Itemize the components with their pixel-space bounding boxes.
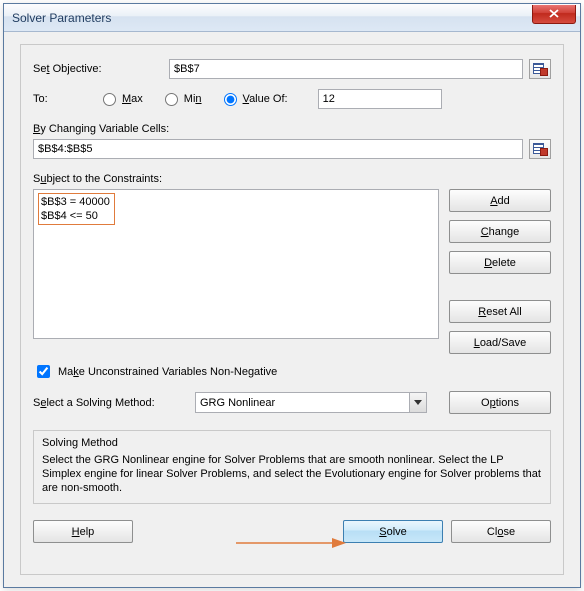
reset-all-button[interactable]: Reset All — [449, 300, 551, 323]
info-title: Solving Method — [42, 437, 542, 449]
radio-max[interactable]: Max — [103, 93, 143, 106]
valueof-input[interactable] — [318, 89, 442, 109]
delete-button[interactable]: Delete — [449, 251, 551, 274]
titlebar[interactable]: Solver Parameters — [4, 4, 580, 32]
main-panel: Set Objective: To: Max Min Value Of: — [20, 44, 564, 575]
solver-dialog: Solver Parameters Set Objective: To: Max — [3, 3, 581, 588]
window-title: Solver Parameters — [12, 11, 532, 25]
constraint-item[interactable]: $B$3 = 40000 — [41, 195, 110, 209]
radio-min[interactable]: Min — [165, 93, 202, 106]
objective-input[interactable] — [169, 59, 523, 79]
nonneg-checkbox[interactable]: Make Unconstrained Variables Non-Negativ… — [33, 362, 551, 381]
range-select-icon — [533, 143, 547, 155]
close-icon[interactable] — [532, 5, 576, 24]
constraints-label: Subject to the Constraints: — [33, 173, 551, 185]
change-button[interactable]: Change — [449, 220, 551, 243]
changing-cells-input[interactable] — [33, 139, 523, 159]
radio-valueof[interactable]: Value Of: — [224, 93, 288, 106]
method-select[interactable]: GRG Nonlinear — [195, 392, 427, 413]
dialog-content: Set Objective: To: Max Min Value Of: — [4, 32, 580, 587]
changing-ref-button[interactable] — [529, 139, 551, 159]
chevron-down-icon — [409, 393, 426, 412]
arrow-annotation — [236, 536, 346, 550]
constraints-list[interactable]: $B$3 = 40000 $B$4 <= 50 — [33, 189, 439, 339]
close-button[interactable]: Close — [451, 520, 551, 543]
constraint-item[interactable]: $B$4 <= 50 — [41, 209, 110, 223]
changing-cells-label: By Changing Variable Cells: — [33, 123, 551, 135]
method-label: Select a Solving Method: — [33, 397, 189, 409]
options-button[interactable]: Options — [449, 391, 551, 414]
info-text: Select the GRG Nonlinear engine for Solv… — [42, 453, 542, 495]
constraints-highlight: $B$3 = 40000 $B$4 <= 50 — [38, 193, 115, 225]
to-label: To: — [33, 93, 81, 105]
add-button[interactable]: Add — [449, 189, 551, 212]
help-button[interactable]: Help — [33, 520, 133, 543]
load-save-button[interactable]: Load/Save — [449, 331, 551, 354]
solving-method-info: Solving Method Select the GRG Nonlinear … — [33, 430, 551, 504]
dialog-footer: Help Solve Close — [33, 520, 551, 543]
constraint-buttons: Add Change Delete Reset All Load/Save — [449, 189, 551, 354]
range-select-icon — [533, 63, 547, 75]
set-objective-label: Set Objective: — [33, 63, 163, 75]
objective-ref-button[interactable] — [529, 59, 551, 79]
solve-button[interactable]: Solve — [343, 520, 443, 543]
